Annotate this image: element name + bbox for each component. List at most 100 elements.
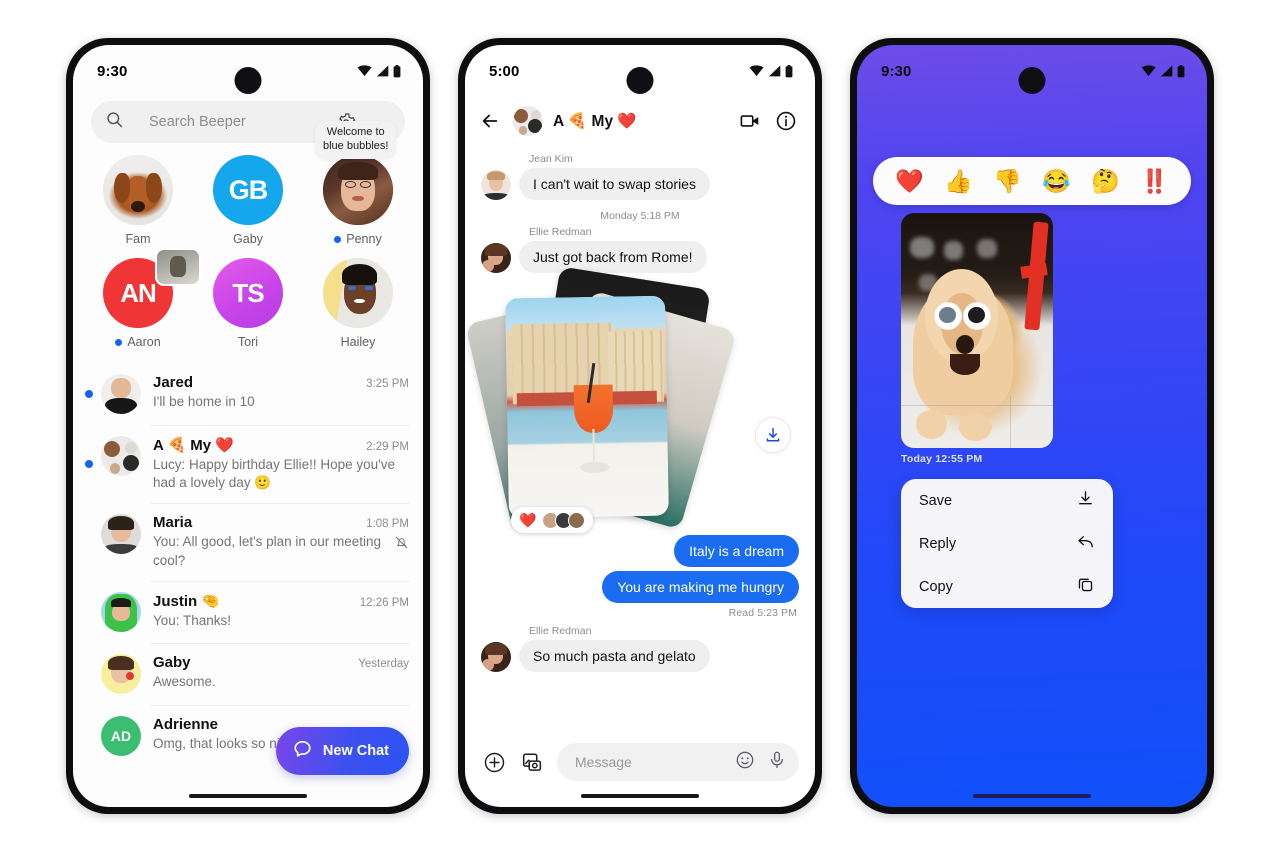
chat-bubble-icon — [292, 739, 313, 764]
chat-name: Jared — [153, 374, 194, 391]
download-icon — [1076, 489, 1095, 512]
context-menu-label: Save — [919, 492, 953, 509]
photo-card-front[interactable] — [505, 295, 669, 519]
avatar: AD — [101, 715, 141, 756]
status-time: 9:30 — [881, 62, 912, 80]
photo-gallery-icon[interactable] — [519, 749, 545, 775]
message-sender: Jean Kim — [529, 153, 573, 165]
battery-icon — [1177, 64, 1185, 78]
avatar: GB — [213, 155, 283, 225]
pinned-chat-aaron[interactable]: AN Aaron — [83, 248, 201, 349]
status-time: 9:30 — [97, 62, 128, 80]
chat-content: Jared 3:25 PM I'll be home in 10 — [153, 374, 409, 411]
avatar-initials: TS — [232, 277, 264, 308]
download-icon[interactable] — [755, 417, 791, 453]
pinned-chat-gaby[interactable]: GB Gaby — [193, 155, 303, 246]
chat-preview: I'll be home in 10 — [153, 394, 255, 409]
welcome-tooltip: Welcome to blue bubbles! — [315, 121, 397, 159]
home-indicator — [581, 794, 699, 798]
info-icon[interactable] — [773, 108, 799, 134]
message-placeholder: Message — [575, 754, 632, 770]
chat-list-item-group[interactable]: A 🍕 My ❤️ 2:29 PM Lucy: Happy birthday E… — [73, 425, 423, 503]
message-incoming[interactable]: I can't wait to swap stories — [481, 168, 799, 200]
wifi-icon — [357, 65, 372, 77]
photo-attachment-stack[interactable]: ❤️ — [465, 266, 737, 533]
thinking-reaction[interactable]: 🤔 — [1091, 169, 1120, 193]
message-bubble: I can't wait to swap stories — [519, 168, 710, 200]
new-chat-button[interactable]: New Chat — [275, 727, 409, 775]
conversation-title: A 🍕 My ❤️ — [553, 112, 637, 130]
chat-preview: Awesome. — [153, 673, 216, 689]
thumbs-down-reaction[interactable]: 👎 — [993, 169, 1022, 193]
pinned-chat-fam[interactable]: Fam — [83, 155, 193, 246]
heart-reaction[interactable]: ❤️ — [895, 169, 924, 193]
message-incoming[interactable]: So much pasta and gelato — [481, 640, 799, 672]
message-incoming[interactable]: Just got back from Rome! — [481, 241, 799, 273]
phone-reaction-menu: 9:30 ❤️ 👍 👎 😂 🤔 ‼️ Today 12:55 PM Save R… — [850, 38, 1214, 814]
unread-dot — [85, 390, 93, 398]
context-menu-item-reply[interactable]: Reply — [901, 522, 1113, 565]
chat-name: Justin 🤏 — [153, 592, 221, 610]
pinned-chat-tori[interactable]: TS Tori — [193, 258, 303, 349]
chat-time: 1:08 PM — [366, 518, 409, 531]
battery-icon — [393, 64, 401, 78]
group-avatar[interactable] — [513, 106, 543, 136]
chat-list-item-jared[interactable]: Jared 3:25 PM I'll be home in 10 — [73, 363, 423, 425]
context-menu-item-save[interactable]: Save — [901, 479, 1113, 522]
plus-circle-icon[interactable] — [481, 749, 507, 775]
pinned-chat-hailey[interactable]: Hailey — [303, 258, 413, 349]
camera-punch-hole — [234, 67, 262, 94]
avatar-initials: AD — [110, 727, 132, 744]
reaction-picker[interactable]: ❤️ 👍 👎 😂 🤔 ‼️ — [873, 157, 1191, 205]
avatar: TS — [213, 258, 283, 328]
pinned-chat-penny[interactable]: Welcome to blue bubbles! Penny — [303, 121, 413, 246]
chat-list-item-justin[interactable]: Justin 🤏 12:26 PM You: Thanks! — [73, 580, 423, 643]
selected-photo-message[interactable] — [901, 213, 1053, 448]
phone3-screen: 9:30 ❤️ 👍 👎 😂 🤔 ‼️ Today 12:55 PM Save R… — [857, 45, 1207, 807]
battery-icon — [785, 64, 793, 78]
message-outgoing[interactable]: You are making me hungry — [481, 571, 799, 603]
video-camera-icon[interactable] — [737, 108, 763, 134]
avatar — [101, 374, 141, 414]
avatar-initials: AN — [120, 277, 157, 308]
avatar — [101, 514, 141, 555]
thumbs-up-reaction[interactable]: 👍 — [944, 169, 973, 193]
chat-content: A 🍕 My ❤️ 2:29 PM Lucy: Happy birthday E… — [153, 436, 409, 492]
exclamation-reaction[interactable]: ‼️ — [1140, 169, 1169, 193]
chat-name: A 🍕 My ❤️ — [153, 437, 234, 454]
chat-list-item-maria[interactable]: Maria 1:08 PM You: All good, let's plan … — [73, 503, 423, 580]
chat-content: Justin 🤏 12:26 PM You: Thanks! — [153, 592, 409, 630]
laughing-reaction[interactable]: 😂 — [1042, 169, 1071, 193]
chat-preview: You: All good, let's plan in our meeting… — [153, 533, 409, 569]
message-outgoing[interactable]: Italy is a dream — [481, 535, 799, 567]
unread-dot — [115, 338, 123, 346]
unread-dot — [334, 235, 342, 243]
cellular-icon — [376, 65, 389, 77]
microphone-icon[interactable] — [767, 750, 787, 775]
chat-list: Jared 3:25 PM I'll be home in 10 A 🍕 My … — [73, 363, 423, 767]
emoji-smiley-icon[interactable] — [735, 750, 755, 775]
conversation-header: A 🍕 My ❤️ — [465, 97, 815, 141]
chat-preview: Lucy: Happy birthday Ellie!! Hope you've… — [153, 457, 395, 491]
message-bubble: Italy is a dream — [674, 535, 799, 567]
message-bubble: So much pasta and gelato — [519, 640, 710, 672]
message-reaction-pill[interactable]: ❤️ — [511, 507, 594, 533]
chat-list-item-gaby[interactable]: Gaby Yesterday Awesome. — [73, 642, 423, 705]
avatar — [323, 258, 393, 328]
cellular-icon — [768, 65, 781, 77]
back-arrow-icon[interactable] — [477, 108, 503, 134]
message-composer: Message — [465, 743, 815, 781]
status-time: 5:00 — [489, 62, 520, 80]
context-menu-item-copy[interactable]: Copy — [901, 565, 1113, 608]
status-icons — [1141, 64, 1185, 78]
photo-timestamp: Today 12:55 PM — [901, 453, 983, 465]
search-input[interactable]: Search Beeper — [133, 114, 324, 130]
context-menu-label: Copy — [919, 578, 953, 595]
message-input[interactable]: Message — [557, 743, 799, 781]
new-chat-label: New Chat — [322, 743, 389, 759]
camera-punch-hole — [1018, 67, 1046, 94]
avatar — [481, 243, 511, 273]
pinned-chat-label: Tori — [237, 335, 259, 349]
avatar-initials: GB — [228, 174, 268, 205]
search-icon — [106, 111, 123, 133]
